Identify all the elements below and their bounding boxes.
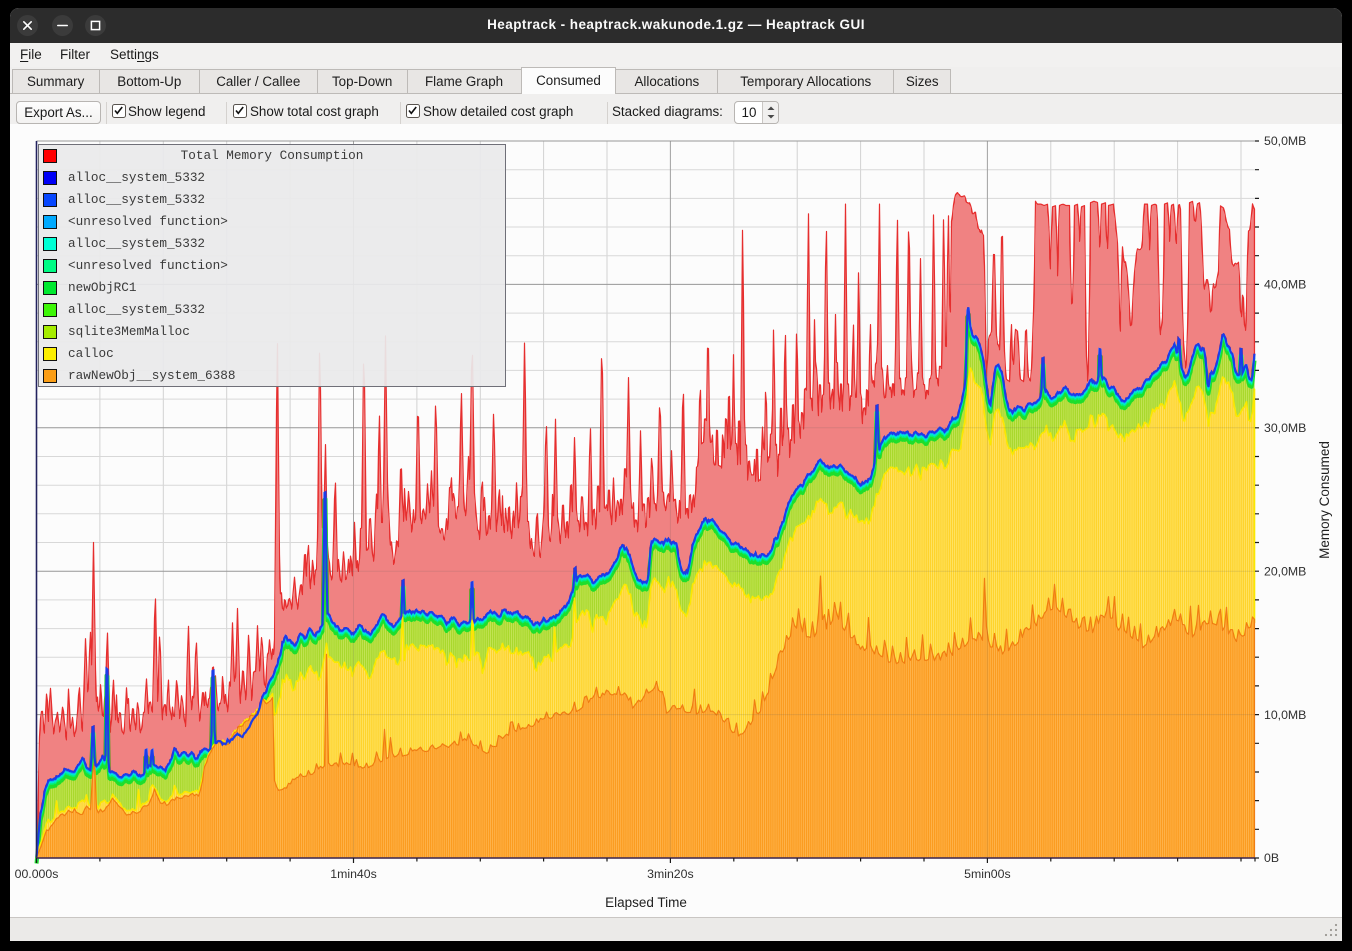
svg-text:Memory Consumed: Memory Consumed <box>1317 441 1332 559</box>
svg-text:3min20s: 3min20s <box>647 867 693 881</box>
svg-text:1min40s: 1min40s <box>330 867 376 881</box>
svg-text:20,0MB: 20,0MB <box>1264 564 1306 578</box>
svg-text:50,0MB: 50,0MB <box>1264 134 1306 148</box>
svg-text:40,0MB: 40,0MB <box>1264 278 1306 292</box>
svg-text:00.000s: 00.000s <box>15 867 59 881</box>
svg-text:30,0MB: 30,0MB <box>1264 421 1306 435</box>
svg-text:Elapsed Time: Elapsed Time <box>605 895 687 910</box>
svg-text:10,0MB: 10,0MB <box>1264 708 1306 722</box>
svg-text:0B: 0B <box>1264 851 1279 865</box>
svg-text:5min00s: 5min00s <box>964 867 1010 881</box>
